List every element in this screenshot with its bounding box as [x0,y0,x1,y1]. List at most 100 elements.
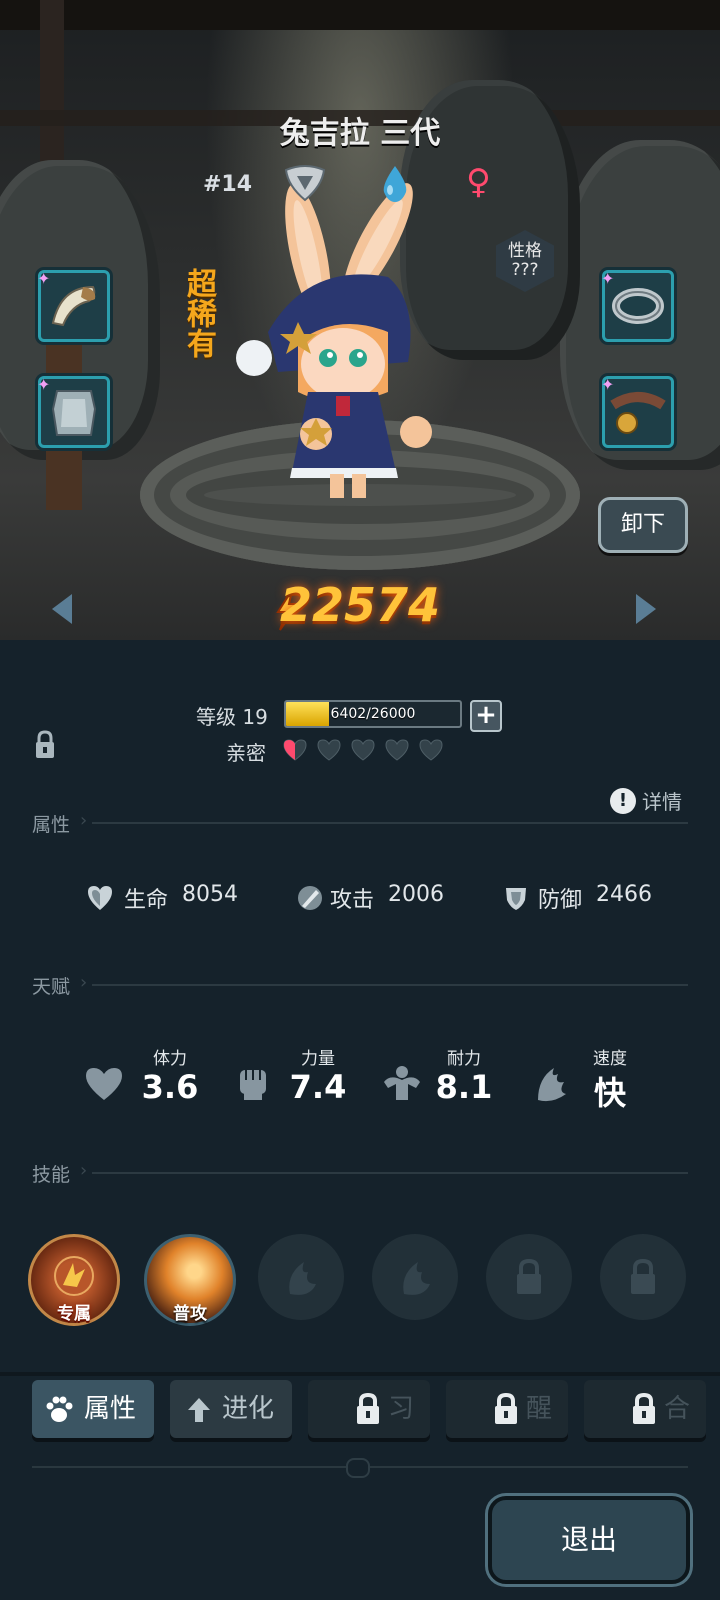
tab-label: 进化 [222,1394,275,1424]
stat-label: 攻击 [330,888,375,913]
character-scene: 兔吉拉 三代 #14 ♀ 性格 ??? 超稀有 ✦ ✦ ✦ ✦ 卸下 22574 [0,0,720,640]
section-title-talents: 天赋 [32,976,71,998]
intimacy-heart-icon [419,739,443,761]
wing-icon [538,1068,566,1102]
star-icon: ✦ [37,375,51,394]
tab-label: 合 [664,1394,691,1424]
lock-icon [357,1392,379,1424]
arrow-up-icon [188,1398,210,1422]
lock-icon [631,1258,655,1294]
intimacy-heart-icon [283,739,307,761]
locked-skill-slot[interactable] [600,1234,686,1320]
divider-ornament [346,1458,370,1478]
unequip-button[interactable]: 卸下 [598,497,688,553]
claw-icon [403,1262,430,1295]
add-xp-button[interactable]: + [470,700,502,732]
talent-value: 8.1 [435,1068,493,1106]
locked-skill-slot[interactable] [486,1234,572,1320]
basic-attack-skill-button[interactable]: 普攻 [144,1234,236,1326]
star-icon: ✦ [601,375,615,394]
equipment-slot-armor[interactable]: ✦ [37,375,110,448]
talent-value: 3.6 [141,1068,199,1106]
empty-skill-slot[interactable] [372,1234,458,1320]
collar-bell-icon [610,392,666,434]
wing-shield-icon[interactable] [282,164,328,204]
talent-label: 速度 [593,1049,627,1069]
character-illustration [236,183,432,498]
fist-icon [240,1070,266,1100]
star-icon: ✦ [601,269,615,288]
ring-icon [612,288,664,324]
fang-icon [51,285,96,327]
chevron-right-icon: › [80,1160,88,1181]
section-divider [92,1172,688,1174]
stat-value: 2006 [388,882,444,907]
tab-label: 属性 [84,1394,137,1424]
exclusive-skill-button[interactable]: 专属 [28,1234,120,1326]
talent-value: 快 [593,1074,626,1112]
female-gender-icon: ♀ [466,162,491,202]
heart-shield-icon [88,886,112,910]
stats-row: 生命 8054 攻击 2006 防御 2466 [0,880,720,920]
character-number: #14 [203,172,253,197]
lock-icon [495,1392,517,1424]
tab-locked-fuse[interactable]: 合 [584,1380,706,1438]
tab-locked-learn[interactable]: 习 [308,1380,430,1438]
details-label: 详情 [642,790,682,814]
skill-label: 普攻 [173,1304,207,1324]
section-divider [92,822,688,824]
stat-value: 2466 [596,882,652,907]
info-icon: ! [610,787,636,814]
chevron-right-icon: › [80,972,88,993]
muscle-icon [384,1066,420,1100]
combat-power-value: 22574 [279,578,441,632]
tab-bar-top-edge [0,1372,720,1376]
rarity-label: 超稀有 [181,268,216,358]
talent-value: 7.4 [289,1068,347,1106]
talent-label: 力量 [301,1049,335,1069]
skill-label: 专属 [57,1304,91,1324]
heart-icon [86,1068,122,1100]
talent-label: 体力 [153,1049,187,1069]
intimacy-heart-icon [317,739,341,761]
paw-icon [46,1396,73,1422]
star-icon: ✦ [37,269,51,288]
section-title-skills: 技能 [32,1164,71,1186]
stat-label: 防御 [538,888,583,913]
info-panel [0,640,720,1600]
personality-value: ??? [511,260,539,280]
tab-locked-awaken[interactable]: 醒 [446,1380,568,1438]
exclusive-skill-icon [54,1256,94,1296]
intimacy-hearts [282,738,444,762]
character-name: 兔吉拉 三代 [279,116,441,151]
personality-label: 性格 [508,241,542,261]
equipment-slot-ring[interactable]: ✦ [601,269,674,342]
talent-label: 耐力 [447,1049,481,1069]
intimacy-heart-icon [385,739,409,761]
details-button[interactable]: ! 详情 [610,786,682,815]
armor-icon [51,390,97,436]
exit-button[interactable]: 退出 [488,1496,690,1584]
xp-progress-bar: 6402/26000 [284,700,462,728]
tab-label: 醒 [526,1394,553,1424]
section-divider [92,984,688,986]
intimacy-label: 亲密 [226,741,266,765]
level-label: 等级 19 [196,705,268,729]
xp-progress-text: 6402/26000 [330,706,416,722]
tab-evolve[interactable]: 进化 [170,1380,292,1438]
tab-attributes[interactable]: 属性 [32,1380,154,1438]
sword-icon [298,886,322,910]
empty-skill-slot[interactable] [258,1234,344,1320]
equipment-slot-collar[interactable]: ✦ [601,375,674,448]
water-element-icon[interactable] [380,164,410,204]
shield-icon [506,888,526,910]
tab-label: 习 [388,1394,415,1424]
stat-value: 8054 [182,882,238,907]
lock-icon[interactable] [34,730,56,764]
claw-icon [289,1262,316,1295]
lock-icon [633,1392,655,1424]
lock-icon [517,1258,541,1294]
equipment-slot-fang[interactable]: ✦ [37,269,110,342]
section-title-attributes: 属性 [32,814,71,836]
stat-label: 生命 [124,888,169,913]
